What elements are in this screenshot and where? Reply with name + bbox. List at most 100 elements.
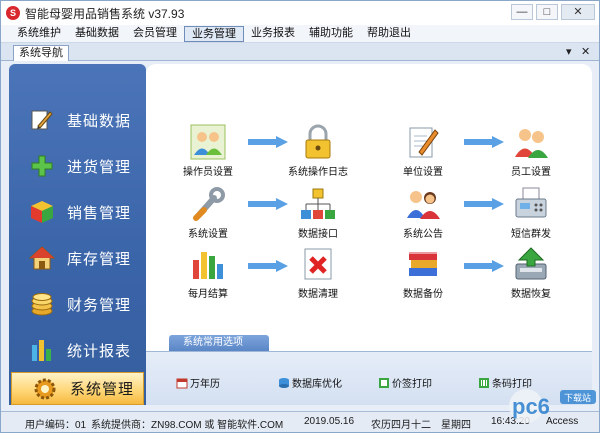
function-sms-broadcast[interactable]: 短信群发 (491, 186, 571, 240)
function-data-interface[interactable]: 数据接口 (278, 186, 358, 240)
database-icon (279, 377, 289, 388)
fax-icon (513, 186, 549, 222)
menu-help-exit[interactable]: 帮助退出 (360, 26, 418, 42)
function-label: 系统设置 (188, 229, 228, 240)
function-label: 数据清理 (298, 289, 338, 300)
menu-member-management[interactable]: 会员管理 (126, 26, 184, 42)
calendar-icon (176, 378, 188, 388)
sidebar-item-purchase[interactable]: 进货管理 (9, 144, 146, 188)
sidebar-item-label: 库存管理 (67, 250, 132, 268)
sidebar-item-label: 销售管理 (67, 204, 132, 222)
function-data-backup[interactable]: 数据备份 (383, 246, 463, 300)
barcode-icon (479, 377, 489, 388)
window-title: 智能母婴用品销售系统 v37.93 (25, 6, 185, 21)
menu-system-maintenance[interactable]: 系统维护 (10, 26, 68, 42)
sidebar: 基础数据 进货管理 销售管理 库存管理 财务管理 统计报表 系统管理 (9, 64, 146, 405)
function-label: 数据恢复 (511, 289, 551, 300)
house-icon (29, 245, 55, 271)
tab-dropdown-icon[interactable]: ▾ (566, 45, 572, 58)
wrench-icon (190, 186, 226, 222)
sidebar-item-reports[interactable]: 统计报表 (9, 328, 146, 372)
function-operation-log[interactable]: 系统操作日志 (278, 124, 358, 178)
status-provider: 系统提供商：ZN98.COM 或 智能软件.COM (91, 420, 284, 431)
function-label: 每月结算 (188, 289, 228, 300)
quick-price-tag-print[interactable]: 价签打印 (378, 375, 432, 390)
function-label: 数据接口 (298, 229, 338, 240)
arrow-right-icon (248, 260, 288, 272)
minimize-button[interactable]: — (511, 4, 533, 20)
quick-label: 万年历 (190, 379, 220, 390)
menu-bar: 系统维护 基础数据 会员管理 业务管理 业务报表 辅助功能 帮助退出 (1, 25, 599, 43)
staff-icon (513, 124, 549, 160)
sidebar-item-inventory[interactable]: 库存管理 (9, 236, 146, 280)
app-window: S 智能母婴用品销售系统 v37.93 — □ ✕ 系统维护 基础数据 会员管理… (0, 0, 600, 433)
svg-text:下载站: 下载站 (564, 392, 591, 404)
sidebar-item-finance[interactable]: 财务管理 (9, 282, 146, 326)
sidebar-item-system-management[interactable]: 系统管理 (11, 372, 144, 405)
gear-icon (32, 376, 58, 402)
sidebar-item-label: 财务管理 (67, 296, 132, 314)
function-data-cleanup[interactable]: 数据清理 (278, 246, 358, 300)
function-operator-settings[interactable]: 操作员设置 (168, 124, 248, 178)
title-bar: S 智能母婴用品销售系统 v37.93 — □ ✕ (1, 1, 599, 25)
sidebar-item-label: 系统管理 (70, 381, 135, 398)
menu-business-management[interactable]: 业务管理 (184, 25, 244, 42)
arrow-right-icon (464, 198, 504, 210)
arrow-right-icon (248, 198, 288, 210)
books-icon (405, 246, 441, 282)
close-button[interactable]: ✕ (561, 4, 595, 20)
function-staff-settings[interactable]: 员工设置 (491, 124, 571, 178)
users-icon (190, 124, 226, 160)
function-label: 数据备份 (403, 289, 443, 300)
function-unit-settings[interactable]: 单位设置 (383, 124, 463, 178)
window-controls: — □ ✕ (511, 4, 595, 20)
quick-calendar[interactable]: 万年历 (176, 375, 220, 390)
arrow-right-icon (464, 260, 504, 272)
quick-label: 价签打印 (392, 379, 432, 390)
svg-text:pc6: pc6 (512, 394, 550, 419)
function-system-announcement[interactable]: 系统公告 (383, 186, 463, 240)
tab-strip: 系统导航 ▾ ✕ (1, 43, 599, 61)
arrow-right-icon (248, 136, 288, 148)
tab-system-navigation[interactable]: 系统导航 (13, 45, 69, 61)
sidebar-item-label: 统计报表 (67, 342, 132, 360)
status-date: 2019.05.16 (304, 416, 355, 427)
sidebar-item-label: 基础数据 (67, 112, 132, 130)
common-options-header: 系统常用选项 (169, 335, 269, 351)
function-monthly-settlement[interactable]: 每月结算 (168, 246, 248, 300)
app-logo-icon: S (6, 6, 20, 20)
function-label: 操作员设置 (183, 167, 233, 178)
function-label: 短信群发 (511, 229, 551, 240)
function-label: 单位设置 (403, 167, 443, 178)
sidebar-item-sales[interactable]: 销售管理 (9, 190, 146, 234)
function-label: 系统公告 (403, 229, 443, 240)
status-user-code: 用户编码：01 (25, 420, 87, 431)
menu-business-reports[interactable]: 业务报表 (244, 26, 302, 42)
status-weekday: 星期四 (441, 420, 471, 431)
pencil-icon (29, 107, 55, 133)
quick-label: 数据库优化 (292, 379, 342, 390)
price-tag-icon (379, 377, 389, 388)
function-label: 员工设置 (511, 167, 551, 178)
bar-chart-icon (29, 337, 55, 363)
sidebar-item-basic-data[interactable]: 基础数据 (9, 98, 146, 142)
sidebar-item-label: 进货管理 (67, 158, 132, 176)
maximize-button[interactable]: □ (536, 4, 558, 20)
pc6-watermark-logo: pc6 下载站 (509, 389, 596, 423)
function-system-settings[interactable]: 系统设置 (168, 186, 248, 240)
document-pen-icon (405, 124, 441, 160)
coins-icon (29, 291, 55, 317)
tab-close-icon[interactable]: ✕ (581, 45, 590, 58)
announcement-icon (405, 186, 441, 222)
function-data-restore[interactable]: 数据恢复 (491, 246, 571, 300)
quick-database-optimize[interactable]: 数据库优化 (278, 375, 342, 390)
function-label: 系统操作日志 (288, 167, 348, 178)
menu-auxiliary[interactable]: 辅助功能 (302, 26, 360, 42)
plus-icon (29, 153, 55, 179)
network-icon (300, 186, 336, 222)
delete-doc-icon (300, 246, 336, 282)
menu-basic-data[interactable]: 基础数据 (68, 26, 126, 42)
lock-icon (300, 124, 336, 160)
cube-icon (29, 199, 55, 225)
restore-icon (513, 246, 549, 282)
